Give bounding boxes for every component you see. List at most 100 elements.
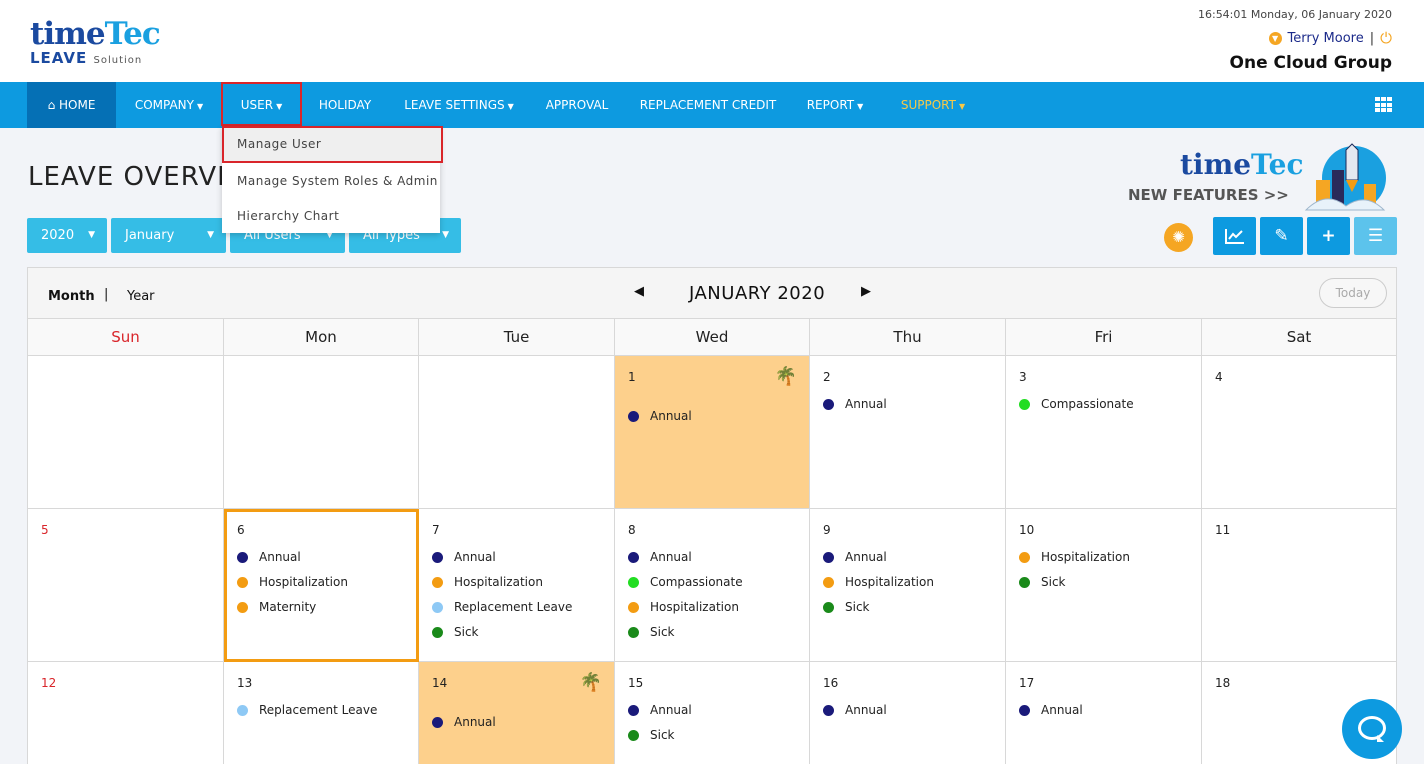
- leave-entry-label: Annual: [259, 550, 301, 564]
- attachment-button[interactable]: ✎: [1260, 217, 1303, 255]
- today-button[interactable]: Today: [1319, 278, 1387, 308]
- leave-entry[interactable]: Compassionate: [628, 575, 743, 589]
- day-number: 8: [628, 523, 636, 537]
- palm-tree-holiday-icon: 🌴: [579, 672, 602, 693]
- leave-entry-label: Replacement Leave: [454, 600, 573, 614]
- day-cell-4[interactable]: 4: [1202, 356, 1396, 509]
- logo-leave-text: LEAVE: [30, 49, 88, 67]
- leave-entry-label: Annual: [454, 550, 496, 564]
- leave-entry[interactable]: Annual: [432, 550, 496, 564]
- day-cell-5[interactable]: 5: [28, 509, 224, 662]
- leave-entry[interactable]: Annual: [628, 550, 692, 564]
- view-year-toggle[interactable]: Year: [127, 289, 155, 304]
- day-cell-8[interactable]: 8 Annual Compassionate Hospitalization S…: [615, 509, 810, 662]
- day-cell-14[interactable]: 14 🌴 Annual: [419, 662, 615, 764]
- chevron-down-icon: ▼: [197, 102, 204, 111]
- menu-manage-system-roles[interactable]: Manage System Roles & Admin: [222, 164, 440, 199]
- day-cell-16[interactable]: 16 Annual: [810, 662, 1006, 764]
- day-cell-10[interactable]: 10 Hospitalization Sick: [1006, 509, 1202, 662]
- live-chat-button[interactable]: [1342, 699, 1402, 759]
- day-cell-empty: [28, 356, 224, 509]
- nav-company[interactable]: COMPANY ▼: [120, 82, 218, 128]
- leave-entry-label: Sick: [845, 600, 870, 614]
- leave-entry[interactable]: Annual: [628, 409, 692, 423]
- menu-hierarchy-chart[interactable]: Hierarchy Chart: [222, 199, 440, 234]
- nav-replacement-credit[interactable]: REPLACEMENT CREDIT: [634, 82, 782, 128]
- day-cell-12[interactable]: 12: [28, 662, 224, 764]
- weekday-fri: Fri: [1006, 319, 1202, 356]
- leave-entry-label: Sick: [1041, 575, 1066, 589]
- bulb-icon[interactable]: ✺: [1164, 223, 1193, 252]
- nav-support[interactable]: SUPPORT ▼: [891, 82, 975, 128]
- day-cell-9[interactable]: 9 Annual Hospitalization Sick: [810, 509, 1006, 662]
- add-button[interactable]: +: [1307, 217, 1350, 255]
- user-name[interactable]: Terry Moore: [1288, 31, 1364, 46]
- view-month-toggle[interactable]: Month: [48, 289, 95, 304]
- leave-entry[interactable]: Annual: [823, 397, 887, 411]
- leave-entry[interactable]: Annual: [628, 703, 692, 717]
- day-cell-1[interactable]: 1 🌴 Annual: [615, 356, 810, 509]
- timetec-leave-logo[interactable]: timeTec LEAVE Solution: [30, 16, 161, 68]
- nav-approval-label: APPROVAL: [545, 98, 609, 112]
- leave-hospitalization-dot-icon: [1019, 551, 1030, 563]
- nav-leave-settings[interactable]: LEAVE SETTINGS ▼: [396, 82, 522, 128]
- nav-approval[interactable]: APPROVAL: [537, 82, 617, 128]
- day-cell-13[interactable]: 13 Replacement Leave: [224, 662, 419, 764]
- day-cell-6-today[interactable]: 6 Annual Hospitalization Maternity: [224, 509, 419, 662]
- nav-report[interactable]: REPORT ▼: [796, 82, 874, 128]
- leave-entry[interactable]: Compassionate: [1019, 397, 1134, 411]
- leave-hospitalization-dot-icon: [628, 601, 639, 613]
- chart-button[interactable]: [1213, 217, 1256, 255]
- leave-entry-label: Annual: [845, 550, 887, 564]
- chevron-down-icon: ▼: [958, 102, 966, 111]
- day-cell-15[interactable]: 15 Annual Sick: [615, 662, 810, 764]
- leave-entry[interactable]: Annual: [1019, 703, 1083, 717]
- day-cell-3[interactable]: 3 Compassionate: [1006, 356, 1202, 509]
- logo-time-text: time: [30, 16, 106, 52]
- leave-entry[interactable]: Sick: [823, 600, 870, 614]
- day-cell-17[interactable]: 17 Annual: [1006, 662, 1202, 764]
- leave-entry[interactable]: Annual: [823, 550, 887, 564]
- nav-home[interactable]: ⌂ HOME: [27, 82, 116, 128]
- leave-entry[interactable]: Annual: [432, 715, 496, 729]
- leave-entry[interactable]: Replacement Leave: [432, 600, 572, 614]
- header-separator: |: [1369, 30, 1375, 46]
- leave-annual-dot-icon: [628, 551, 639, 563]
- new-features-banner[interactable]: timeTec NEW FEATURES >>: [1128, 138, 1398, 214]
- year-select[interactable]: 2020 ▼: [27, 218, 107, 253]
- leave-entry[interactable]: Hospitalization: [628, 600, 739, 614]
- day-cell-2[interactable]: 2 Annual: [810, 356, 1006, 509]
- leave-entry[interactable]: Annual: [237, 550, 301, 564]
- leave-entry[interactable]: Hospitalization: [432, 575, 543, 589]
- leave-entry[interactable]: Hospitalization: [823, 575, 934, 589]
- day-cell-11[interactable]: 11: [1202, 509, 1396, 662]
- leave-annual-dot-icon: [823, 551, 834, 563]
- leave-entry-label: Hospitalization: [650, 600, 739, 614]
- leave-annual-dot-icon: [628, 704, 639, 716]
- month-select[interactable]: January ▼: [111, 218, 226, 253]
- apps-grid-icon[interactable]: [1375, 97, 1392, 113]
- leave-entry[interactable]: Sick: [628, 625, 675, 639]
- day-number: 14: [432, 676, 448, 690]
- leave-entry[interactable]: Hospitalization: [1019, 550, 1130, 564]
- chart-icon: [1224, 229, 1244, 244]
- app-header: timeTec LEAVE Solution 16:54:01 Monday, …: [0, 0, 1424, 82]
- prev-month-arrow-icon[interactable]: ◀: [634, 284, 644, 299]
- weekday-mon: Mon: [224, 319, 419, 356]
- next-month-arrow-icon[interactable]: ▶: [861, 284, 871, 299]
- leave-entry[interactable]: Hospitalization: [237, 575, 348, 589]
- nav-holiday[interactable]: HOLIDAY: [308, 82, 382, 128]
- leave-entry[interactable]: Sick: [1019, 575, 1066, 589]
- leave-entry[interactable]: Sick: [628, 728, 675, 742]
- leave-entry[interactable]: Maternity: [237, 600, 316, 614]
- day-cell-7[interactable]: 7 Annual Hospitalization Replacement Lea…: [419, 509, 615, 662]
- list-view-button[interactable]: ☰: [1354, 217, 1397, 255]
- leave-entry[interactable]: Sick: [432, 625, 479, 639]
- leave-entry[interactable]: Annual: [823, 703, 887, 717]
- leave-replacement-dot-icon: [432, 601, 443, 613]
- leave-annual-dot-icon: [823, 704, 834, 716]
- menu-manage-user[interactable]: Manage User: [222, 126, 443, 163]
- logout-power-icon[interactable]: ⏻: [1380, 29, 1392, 47]
- leave-entry[interactable]: Replacement Leave: [237, 703, 377, 717]
- user-dropdown-icon[interactable]: ▼: [1268, 31, 1282, 45]
